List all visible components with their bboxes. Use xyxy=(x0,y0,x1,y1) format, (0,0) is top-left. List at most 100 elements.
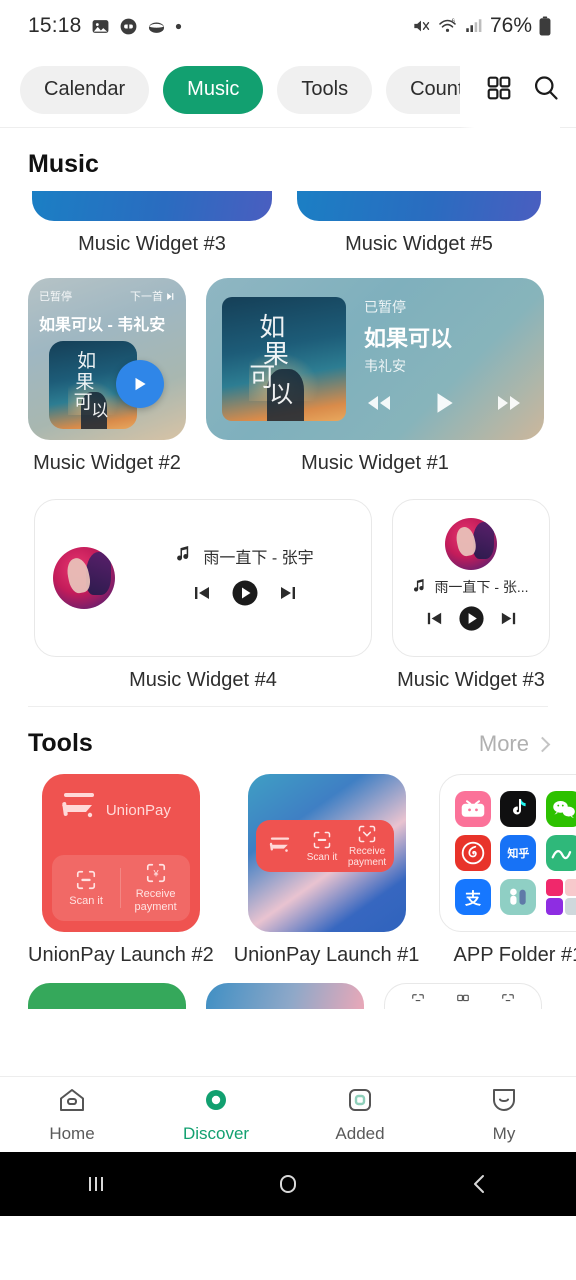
widget-card-music-3-top[interactable]: Music Widget #3 xyxy=(28,191,276,256)
app-icon-bilibili[interactable] xyxy=(455,791,492,827)
previous-icon[interactable] xyxy=(425,609,444,633)
svg-text:6: 6 xyxy=(452,19,455,25)
nav-label: My xyxy=(492,1123,516,1143)
up2-receive-label: Receive payment xyxy=(134,888,177,913)
widget-card-unionpay-2[interactable]: UnionPay Scan it ¥ Receive payment Union… xyxy=(28,774,214,967)
widget-card-unionpay-1[interactable]: Scan it Receive payment UnionPay Launch … xyxy=(233,774,420,967)
circle-icon xyxy=(280,1175,296,1193)
category-chip-list[interactable]: Calendar Music Tools Countdown xyxy=(20,65,460,114)
added-icon xyxy=(345,1086,375,1119)
app-icon-alipay[interactable]: 支 xyxy=(455,879,492,915)
next-icon[interactable] xyxy=(499,609,518,633)
app-icon-netease-music[interactable] xyxy=(455,835,492,871)
mw3-song-row: 雨一直下 - 张... xyxy=(413,577,529,597)
more-button[interactable]: More xyxy=(479,731,551,757)
app-icon-zhihu[interactable]: 知乎 xyxy=(500,835,537,871)
widget-card-app-folder[interactable]: 知乎 支 APP Folder #1 xyxy=(439,774,576,967)
wifi6-icon: 6 xyxy=(437,16,458,36)
widget-scroll-area[interactable]: Music Music Widget #3 Music Widget #5 已暂… xyxy=(0,128,576,1216)
nav-item-my[interactable]: My xyxy=(432,1086,576,1144)
previous-icon[interactable] xyxy=(192,583,212,608)
bottom-navigation-bar: Home Discover Added My xyxy=(0,1076,576,1152)
mw2-topbar: 已暂停 下一首 xyxy=(39,288,175,304)
widget-row-glass: 已暂停 下一首 如果可以 - 韦礼安 如 果 可 以 Music Widget … xyxy=(28,278,548,475)
discover-icon xyxy=(201,1086,231,1119)
mw2-title: 如果可以 - 韦礼安 xyxy=(39,317,166,334)
app-icon-wechat[interactable] xyxy=(545,791,576,827)
next-icon xyxy=(167,292,174,300)
gallery-icon xyxy=(91,17,110,36)
nav-item-discover[interactable]: Discover xyxy=(144,1086,288,1144)
back-button[interactable] xyxy=(384,1171,576,1197)
battery-icon xyxy=(538,16,552,36)
widget-preview-clipped-white[interactable] xyxy=(384,983,542,1009)
app-icon-mini-folder[interactable] xyxy=(545,879,576,915)
tab-music[interactable]: Music xyxy=(163,65,264,114)
forward-icon[interactable] xyxy=(494,393,524,418)
app-icon-douyin[interactable] xyxy=(500,791,537,827)
unionpay-logo-icon xyxy=(56,788,100,833)
widget-preview-clipped[interactable] xyxy=(32,191,272,221)
receive-payment-icon xyxy=(358,825,376,843)
system-navigation-bar xyxy=(0,1152,576,1216)
home-button[interactable] xyxy=(192,1171,384,1197)
play-icon[interactable] xyxy=(457,604,486,638)
widget-preview-clipped[interactable] xyxy=(297,191,541,221)
nav-item-added[interactable]: Added xyxy=(288,1086,432,1144)
music-widget-3-preview[interactable]: 雨一直下 - 张... xyxy=(392,499,550,657)
widget-card-music-2[interactable]: 已暂停 下一首 如果可以 - 韦礼安 如 果 可 以 Music Widget … xyxy=(28,278,186,475)
widget-preview-clipped-green[interactable] xyxy=(28,983,186,1009)
tab-countdown[interactable]: Countdown xyxy=(386,65,460,114)
up2-scan-action[interactable]: Scan it xyxy=(52,869,121,908)
tab-calendar[interactable]: Calendar xyxy=(20,65,150,114)
app-folder-preview[interactable]: 知乎 支 xyxy=(439,774,576,932)
search-icon[interactable] xyxy=(532,74,560,107)
app-badge-icon xyxy=(119,17,138,36)
widget-row-tools: UnionPay Scan it ¥ Receive payment Union… xyxy=(28,774,576,967)
up1-scan-action[interactable]: Scan it xyxy=(300,830,345,863)
next-icon[interactable] xyxy=(278,583,298,608)
up1-receive-action[interactable]: Receive payment xyxy=(345,824,390,868)
scan-icon xyxy=(502,994,515,1002)
app-icon-keep[interactable] xyxy=(545,835,576,871)
widget-card-music-1[interactable]: 如 果 可 以 已暂停 如果可以 韦礼安 Music Widget #1 xyxy=(206,278,544,475)
widget-preview-clipped-gradient[interactable] xyxy=(206,983,364,1009)
tab-tools[interactable]: Tools xyxy=(277,65,373,114)
home-icon xyxy=(57,1086,87,1119)
recents-button[interactable] xyxy=(0,1171,192,1197)
up2-scan-label: Scan it xyxy=(69,894,103,907)
widget-label: Music Widget #3 xyxy=(78,233,226,255)
widget-row-cut-top: Music Widget #3 Music Widget #5 xyxy=(28,191,548,256)
mw2-play-button[interactable] xyxy=(116,360,164,408)
nav-item-home[interactable]: Home xyxy=(0,1086,144,1144)
scan-icon xyxy=(313,831,331,848)
mw2-next-track[interactable]: 下一首 xyxy=(130,288,175,304)
play-icon[interactable] xyxy=(230,578,260,613)
mw1-artist: 韦礼安 xyxy=(364,358,406,374)
widget-label: Music Widget #5 xyxy=(345,233,493,255)
widget-label: UnionPay Launch #1 xyxy=(233,944,420,966)
unionpay-1-preview[interactable]: Scan it Receive payment xyxy=(247,774,406,932)
section-header-music: Music xyxy=(28,128,548,187)
music-widget-4-preview[interactable]: 雨一直下 - 张宇 xyxy=(34,499,372,657)
up2-receive-action[interactable]: ¥ Receive payment xyxy=(121,862,190,913)
section-title: Music xyxy=(28,150,99,178)
widget-card-music-4[interactable]: 雨一直下 - 张宇 Music Widget #4 xyxy=(34,499,372,692)
play-icon[interactable] xyxy=(431,390,457,421)
signal-icon xyxy=(464,17,482,35)
mw1-info: 已暂停 如果可以 韦礼安 xyxy=(364,297,528,421)
recents-icon xyxy=(89,1177,103,1191)
nav-label: Home xyxy=(49,1123,95,1143)
unionpay-2-preview[interactable]: UnionPay Scan it ¥ Receive payment xyxy=(41,774,200,932)
rewind-icon[interactable] xyxy=(364,393,394,418)
unionpay-logo-icon xyxy=(260,833,300,859)
grid-icon[interactable] xyxy=(486,75,512,106)
app-icon-health[interactable] xyxy=(500,879,537,915)
widget-label: UnionPay Launch #2 xyxy=(28,944,214,966)
music-widget-2-preview[interactable]: 已暂停 下一首 如果可以 - 韦礼安 如 果 可 以 xyxy=(28,278,186,440)
music-widget-1-preview[interactable]: 如 果 可 以 已暂停 如果可以 韦礼安 xyxy=(206,278,544,440)
section-header-tools: Tools More xyxy=(28,707,551,766)
widget-card-music-5-top[interactable]: Music Widget #5 xyxy=(294,191,544,256)
scan-icon xyxy=(411,994,424,1002)
widget-card-music-3[interactable]: 雨一直下 - 张... Music Widget #3 xyxy=(392,499,550,692)
